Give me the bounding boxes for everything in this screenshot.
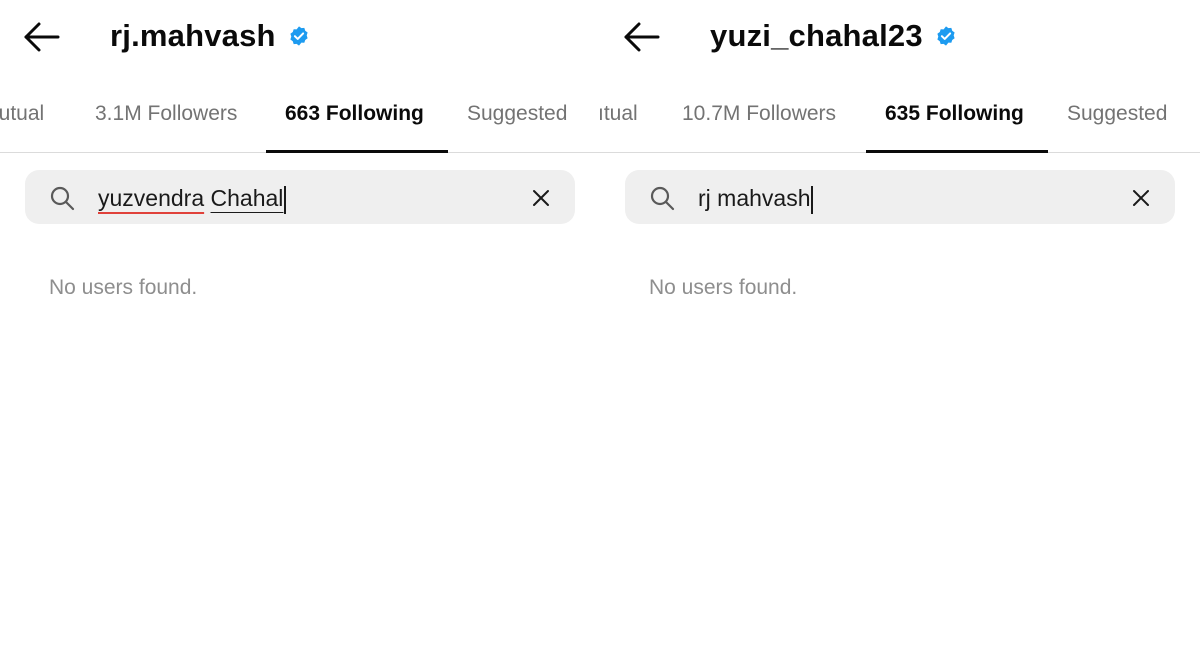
search-query-word-2: Chahal [210, 185, 284, 211]
search-icon [50, 186, 75, 211]
right-following-panel: yuzi_chahal23 ıtual 10.7M Followers 635 … [600, 0, 1200, 655]
profile-header: yuzi_chahal23 [600, 0, 1200, 72]
active-tab-indicator [866, 150, 1048, 153]
profile-username: yuzi_chahal23 [710, 18, 923, 53]
clear-search-button[interactable] [1129, 186, 1153, 210]
search-query-word-1: yuzvendra [98, 185, 205, 211]
tab-mutual[interactable]: ıtual [600, 76, 638, 151]
search-input[interactable]: rj mahvash [698, 170, 813, 224]
no-results-message: No users found. [49, 276, 198, 299]
search-field[interactable]: rj mahvash [625, 170, 1175, 224]
profile-username: rj.mahvash [110, 18, 276, 53]
tab-following[interactable]: 635 Following [885, 76, 1024, 151]
text-caret [284, 185, 286, 214]
tab-followers[interactable]: 3.1M Followers [95, 76, 237, 151]
back-button[interactable] [22, 19, 62, 55]
verified-badge-icon [290, 26, 308, 46]
close-icon [1133, 190, 1149, 206]
tab-suggested[interactable]: Suggested [467, 76, 567, 151]
follow-tabs: ıtual 10.7M Followers 635 Following Sugg… [600, 76, 1200, 153]
search-query: rj mahvash [698, 185, 811, 211]
tab-suggested[interactable]: Suggested [1067, 76, 1167, 151]
username-row: yuzi_chahal23 [710, 14, 957, 58]
search-field[interactable]: yuzvendra Chahal [25, 170, 575, 224]
comparison-screenshot: rj.mahvash lutual 3.1M Followers 663 Fol… [0, 0, 1200, 655]
active-tab-indicator [266, 150, 448, 153]
follow-tabs: lutual 3.1M Followers 663 Following Sugg… [0, 76, 600, 153]
tab-following[interactable]: 663 Following [285, 76, 424, 151]
username-row: rj.mahvash [110, 14, 310, 58]
left-following-panel: rj.mahvash lutual 3.1M Followers 663 Fol… [0, 0, 600, 655]
verified-badge-icon [937, 26, 955, 46]
arrow-left-icon [24, 22, 60, 52]
tab-mutual[interactable]: lutual [0, 76, 44, 151]
tab-followers[interactable]: 10.7M Followers [682, 76, 836, 151]
profile-header: rj.mahvash [0, 0, 600, 72]
close-icon [533, 190, 549, 206]
text-caret [811, 185, 813, 214]
search-input[interactable]: yuzvendra Chahal [98, 170, 286, 224]
no-results-message: No users found. [649, 276, 798, 299]
arrow-left-icon [624, 22, 660, 52]
clear-search-button[interactable] [529, 186, 553, 210]
search-icon [650, 186, 675, 211]
back-button[interactable] [622, 19, 662, 55]
